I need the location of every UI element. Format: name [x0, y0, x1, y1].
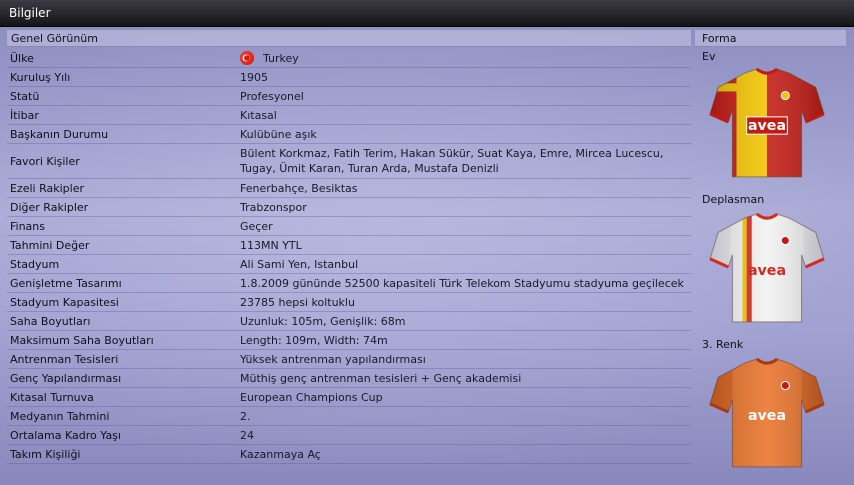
info-row-label: Diğer Rakipler [10, 200, 89, 214]
info-row-label: Tahmini Değer [10, 238, 90, 252]
info-row-value: 24 [240, 428, 254, 442]
info-row: Ortalama Kadro Yaşı 24 [7, 426, 691, 445]
info-row-label: Kıtasal Turnuva [10, 390, 94, 404]
info-row: Antrenman Tesisleri Yüksek antrenman yapı… [7, 350, 691, 369]
info-row: Tahmini Değer 113MN YTL [7, 236, 691, 255]
info-row: Finans Geçer [7, 217, 691, 236]
info-row: Kuruluş Yılı 1905 [7, 68, 691, 87]
info-row-value: Kıtasal [240, 108, 277, 122]
sponsor-logo: avea [748, 118, 786, 134]
info-row-value-text: Turkey [263, 51, 299, 65]
info-row: Statü Profesyonel [7, 87, 691, 106]
info-row-value: Ali Sami Yen, Istanbul [240, 257, 359, 271]
info-row-value: 2. [240, 409, 251, 423]
info-row: Diğer Rakipler Trabzonspor [7, 198, 691, 217]
info-row: Stadyum Ali Sami Yen, Istanbul [7, 255, 691, 274]
info-row-value: European Champions Cup [240, 390, 383, 404]
info-row: Genç Yapılandırması Müthiş genç antrenman… [7, 369, 691, 388]
info-row-value: Müthiş genç antrenman tesisleri + Genç a… [240, 371, 522, 385]
info-row-label: Genç Yapılandırması [10, 371, 122, 385]
home-kit-label: Ev [702, 50, 716, 63]
section-header-overview: Genel Görünüm [7, 30, 691, 47]
info-row-label: İtibar [10, 108, 39, 122]
info-row-label: Antrenman Tesisleri [10, 352, 119, 366]
info-row-value: Geçer [240, 219, 273, 233]
info-row: İtibar Kıtasal [7, 106, 691, 125]
info-row-value: 23785 hepsi koltuklu [240, 295, 355, 309]
info-rows: Ülke Turkey Kuruluş Yılı 1905 Statü Profesyon… [7, 49, 691, 464]
home-kit-icon[interactable]: avea [706, 63, 828, 185]
info-row-value: Turkey [240, 49, 687, 67]
info-row-label: Finans [10, 219, 45, 233]
info-row-label: Stadyum [10, 257, 60, 271]
info-row-label: Ülke [10, 51, 34, 65]
info-row-label: Maksimum Saha Boyutları [10, 333, 154, 347]
info-row-label: Kuruluş Yılı [10, 70, 71, 84]
info-row-value: Kulübüne aşık [240, 127, 317, 141]
info-row-value: 1905 [240, 70, 268, 84]
info-row-label: Takım Kişiliği [10, 447, 81, 461]
info-row-label: Stadyum Kapasitesi [10, 295, 119, 309]
info-row-value: Length: 109m, Width: 74m [240, 333, 388, 347]
info-row-value: Uzunluk: 105m, Genişlik: 68m [240, 314, 406, 328]
info-row-label: Saha Boyutları [10, 314, 91, 328]
sponsor-logo: avea [748, 408, 786, 424]
info-row: Ezeli Rakipler Fenerbahçe, Besiktas [7, 179, 691, 198]
info-row-value: 1.8.2009 gününde 52500 kapasiteli Türk T… [240, 276, 684, 290]
info-row: Genişletme Tasarımı 1.8.2009 gününde 5250… [7, 274, 691, 293]
info-row-value: Bülent Korkmaz, Fatih Terim, Hakan Sükür… [240, 147, 664, 175]
info-row: Kıtasal Turnuva European Champions Cup [7, 388, 691, 407]
info-row-value: Fenerbahçe, Besiktas [240, 181, 358, 195]
info-row-value: Profesyonel [240, 89, 304, 103]
info-row: Maksimum Saha Boyutları Length: 109m, Wid… [7, 331, 691, 350]
sponsor-logo: avea [748, 263, 786, 279]
info-panel: Genel Görünüm Ülke Turkey Kuruluş Yılı 1905… [0, 27, 854, 485]
info-row-value: Kazanmaya Aç [240, 447, 321, 461]
info-row-value: Trabzonspor [240, 200, 307, 214]
info-row-label: Ezeli Rakipler [10, 181, 84, 195]
info-row-label: Favori Kişiler [10, 154, 80, 168]
info-row: Saha Boyutları Uzunluk: 105m, Genişlik: 6… [7, 312, 691, 331]
info-row-label: Başkanın Durumu [10, 127, 109, 141]
info-row-value: 113MN YTL [240, 238, 302, 252]
info-row: Başkanın Durumu Kulübüne aşık [7, 125, 691, 144]
info-row-value: Yüksek antrenman yapılandırması [240, 352, 426, 366]
info-row: Takım Kişiliği Kazanmaya Aç [7, 445, 691, 464]
info-row-label: Medyanın Tahmini [10, 409, 110, 423]
info-row-label: Genişletme Tasarımı [10, 276, 122, 290]
third-kit-label: 3. Renk [702, 338, 744, 351]
info-row: Medyanın Tahmini 2. [7, 407, 691, 426]
away-kit-icon[interactable]: avea [706, 208, 828, 330]
away-kit-label: Deplasman [702, 193, 765, 206]
info-row: Ülke Turkey [7, 49, 691, 68]
turkey-flag-icon [240, 51, 254, 65]
info-row-label: Ortalama Kadro Yaşı [10, 428, 121, 442]
section-header-kits: Forma [695, 30, 846, 47]
info-row: Stadyum Kapasitesi 23785 hepsi koltuklu [7, 293, 691, 312]
info-row-label: Statü [10, 89, 40, 103]
window-title: Bilgiler [0, 0, 854, 27]
info-row: Favori Kişiler Bülent Korkmaz, Fatih Teri… [7, 144, 691, 179]
third-kit-icon[interactable]: avea [706, 353, 828, 475]
